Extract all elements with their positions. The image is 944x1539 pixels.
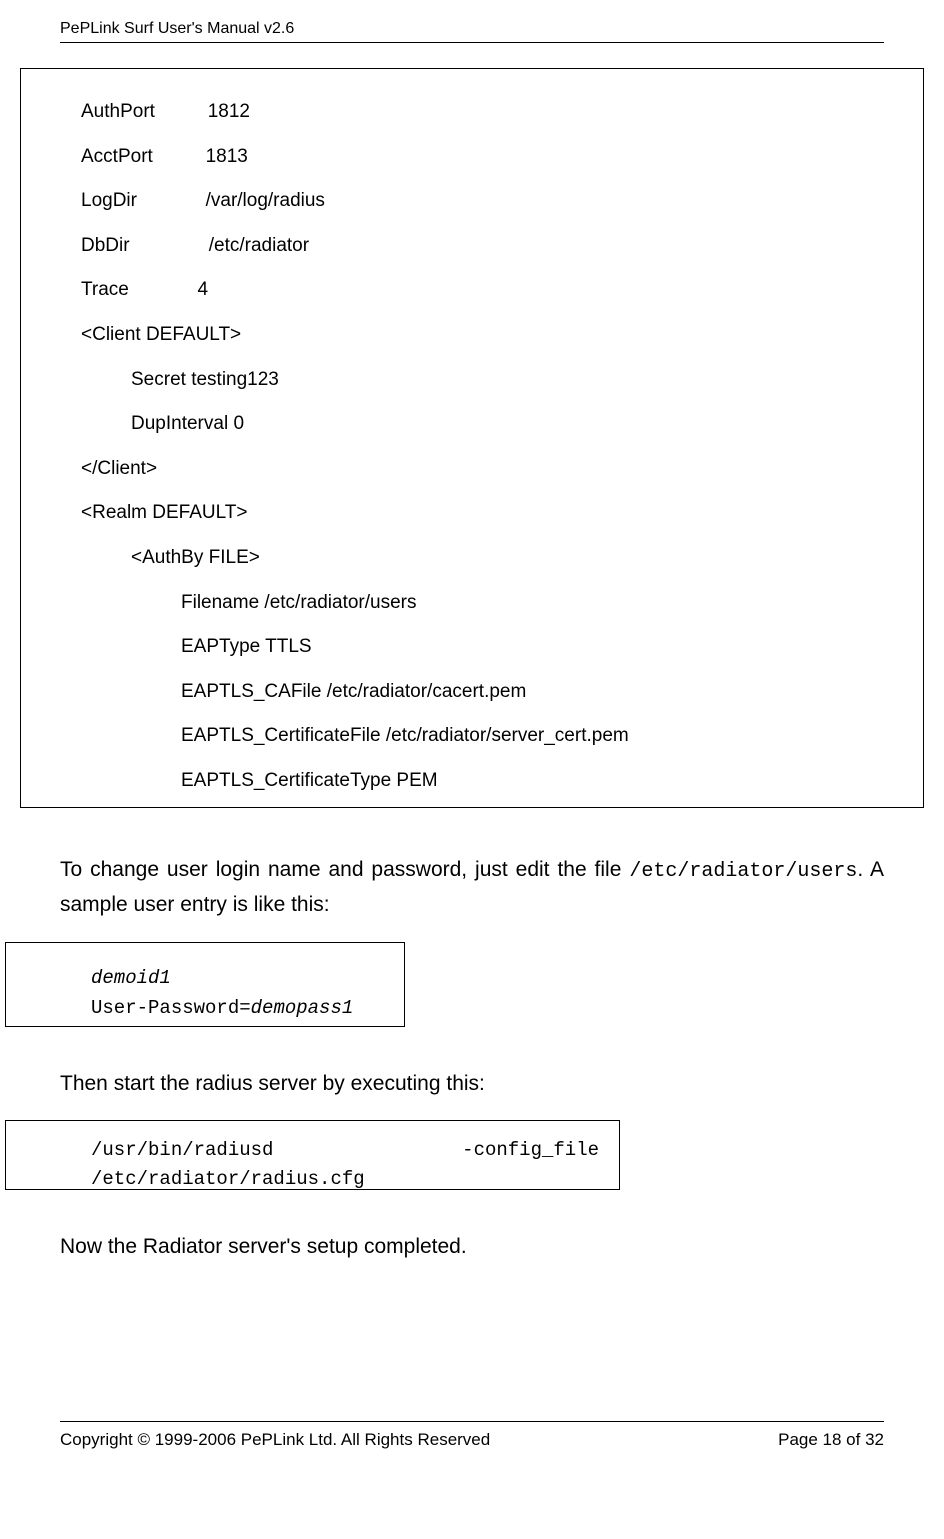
config-code-box: AuthPort 1812 AcctPort 1813 LogDir /var/… [20,68,924,808]
command-path: /usr/bin/radiusd [91,1136,273,1165]
config-line: LogDir /var/log/radius [81,188,863,215]
page-container: PePLink Surf User's Manual v2.6 AuthPort… [0,0,944,1480]
config-line: AuthPort 1812 [81,99,863,126]
page-footer: Copyright © 1999-2006 PePLink Ltd. All R… [60,1421,884,1450]
config-line: EAPTLS_CertificateFile /etc/radiator/ser… [81,723,863,750]
page-header: PePLink Surf User's Manual v2.6 [60,20,884,43]
command-line: /etc/radiator/radius.cfg [91,1165,599,1191]
config-line: DupInterval 0 [81,411,863,438]
command-box: /usr/bin/radiusd -config_file /etc/radia… [5,1120,620,1190]
config-line: </Client> [81,456,863,483]
command-flag: -config_file [462,1136,599,1165]
user-password-line: User-Password=demopass1 [91,993,364,1023]
config-line: Trace 4 [81,277,863,304]
paragraph-start-server: Then start the radius server by executin… [60,1067,884,1101]
config-line: Filename /etc/radiator/users [81,590,863,617]
paragraph-complete: Now the Radiator server's setup complete… [60,1230,884,1264]
text-span: User-Password= [91,997,251,1019]
page-number: Page 18 of 32 [778,1430,884,1450]
config-line: <Realm DEFAULT> [81,500,863,527]
config-line: EAPTLS_CertificateType PEM [81,768,863,795]
config-line: DbDir /etc/radiator [81,233,863,260]
paragraph-edit-users: To change user login name and password, … [60,853,884,922]
config-line: Secret testing123 [81,367,863,394]
file-path: /etc/radiator/users [629,860,857,883]
text-span: To change user login name and password, … [60,858,629,881]
command-line: /usr/bin/radiusd -config_file [91,1136,599,1165]
config-line: <AuthBy FILE> [81,545,863,572]
config-line: EAPTLS_CAFile /etc/radiator/cacert.pem [81,679,863,706]
user-id: demoid1 [91,963,364,993]
config-line: <Client DEFAULT> [81,322,863,349]
password-value: demopass1 [251,997,354,1019]
config-line: EAPType TTLS [81,634,863,661]
user-entry-box: demoid1 User-Password=demopass1 [5,942,405,1027]
config-line: AcctPort 1813 [81,144,863,171]
copyright-text: Copyright © 1999-2006 PePLink Ltd. All R… [60,1430,490,1450]
